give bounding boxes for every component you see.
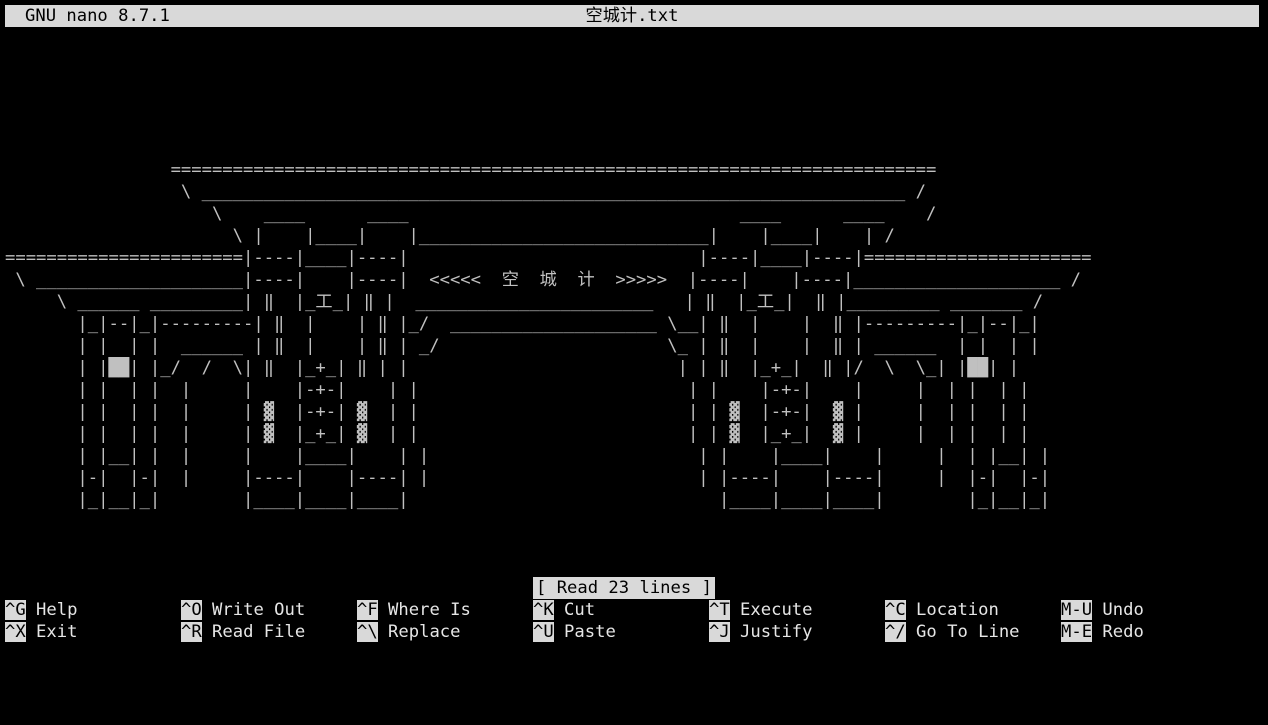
shortcut-label: Where Is — [377, 600, 471, 620]
shortcut-replace[interactable]: ^\ Replace — [357, 621, 461, 643]
editor-line[interactable] — [5, 115, 1259, 137]
title-bar: GNU nano 8.7.1 空城计.txt — [5, 5, 1259, 27]
editor-line[interactable]: | | | | | | ▓ |-+-| ▓ | | | | ▓ |-+-| ▓ … — [5, 401, 1259, 423]
editor-line[interactable] — [5, 49, 1259, 71]
shortcut-key: M-E — [1061, 622, 1093, 642]
shortcut-key: ^X — [5, 622, 26, 642]
editor-line[interactable]: \ ______________________________________… — [5, 181, 1259, 203]
shortcut-label: Exit — [25, 622, 78, 642]
editor-line[interactable]: \ ______ _________| ‖ |_工_| ‖ | ________… — [5, 291, 1259, 313]
shortcut-where-is[interactable]: ^F Where Is — [357, 599, 471, 621]
editor-line[interactable]: =======================|----|____|----| … — [5, 247, 1259, 269]
shortcut-exit[interactable]: ^X Exit — [5, 621, 77, 643]
editor-line[interactable] — [5, 137, 1259, 159]
shortcut-label: Undo — [1092, 600, 1144, 620]
shortcut-redo[interactable]: M-E Redo — [1061, 621, 1144, 643]
file-name: 空城计.txt — [585, 6, 679, 26]
status-message: [ Read 23 lines ] — [533, 577, 715, 599]
shortcut-row-1: ^G Help ^O Write Out ^F Where Is ^K Cut ^T E… — [5, 599, 1259, 621]
shortcut-write-out[interactable]: ^O Write Out — [181, 599, 305, 621]
terminal-window: { "titlebar": { "app": "GNU nano 8.7.1",… — [0, 0, 1268, 725]
editor-line[interactable]: \ ____________________|----| |----| <<<<… — [5, 269, 1259, 291]
editor-line[interactable]: ========================================… — [5, 159, 1259, 181]
editor-line[interactable] — [5, 511, 1259, 533]
shortcut-label: Replace — [377, 622, 461, 642]
editor-line[interactable] — [5, 71, 1259, 93]
editor-content[interactable]: ========================================… — [5, 49, 1259, 577]
shortcut-label: Write Out — [201, 600, 306, 620]
editor-line[interactable] — [5, 533, 1259, 555]
shortcut-read-file[interactable]: ^R Read File — [181, 621, 305, 643]
shortcut-label: Read File — [201, 622, 306, 642]
shortcut-help[interactable]: ^G Help — [5, 599, 77, 621]
shortcut-label: Paste — [553, 622, 616, 642]
shortcut-key: ^F — [357, 600, 378, 620]
shortcut-row-2: ^X Exit ^R Read File ^\ Replace ^U Paste ^J … — [5, 621, 1259, 643]
shortcut-label: Justify — [729, 622, 813, 642]
shortcut-key: ^R — [181, 622, 202, 642]
shortcut-label: Redo — [1092, 622, 1144, 642]
editor-line[interactable]: | | | | | | ▓ |_+_| ▓ | | | | ▓ |_+_| ▓ … — [5, 423, 1259, 445]
editor-line[interactable] — [5, 93, 1259, 115]
shortcut-key: ^C — [885, 600, 906, 620]
editor-line[interactable]: | | | | ______ | ‖ | | ‖ | _/ \_ | ‖ | |… — [5, 335, 1259, 357]
shortcut-go-to-line[interactable]: ^/ Go To Line — [885, 621, 1020, 643]
nano-editor: GNU nano 8.7.1 空城计.txt =================… — [5, 5, 1259, 643]
shortcut-cut[interactable]: ^K Cut — [533, 599, 595, 621]
editor-line[interactable]: |_|--|_|---------| ‖ | | ‖ |_/ _________… — [5, 313, 1259, 335]
shortcut-key: ^O — [181, 600, 202, 620]
editor-line[interactable]: \ | |____| |____________________________… — [5, 225, 1259, 247]
status-row: [ Read 23 lines ] — [5, 577, 1259, 599]
shortcut-key: ^J — [709, 622, 730, 642]
shortcut-paste[interactable]: ^U Paste — [533, 621, 616, 643]
shortcut-label: Help — [25, 600, 78, 620]
shortcut-key: ^G — [5, 600, 26, 620]
editor-line[interactable]: \ ____ ____ ____ ____ / — [5, 203, 1259, 225]
shortcut-location[interactable]: ^C Location — [885, 599, 999, 621]
shortcut-key: ^/ — [885, 622, 906, 642]
shortcut-key: M-U — [1061, 600, 1093, 620]
editor-line[interactable]: | | | | | | |-+-| | | | | |-+-| | | | | … — [5, 379, 1259, 401]
shortcut-key: ^\ — [357, 622, 378, 642]
editor-line[interactable]: | |██| |_/ / \| ‖ |_+_| ‖ | | | | ‖ |_+_… — [5, 357, 1259, 379]
shortcut-execute[interactable]: ^T Execute — [709, 599, 813, 621]
editor-line[interactable]: |-| |-| | |----| |----| | | |----| |----… — [5, 467, 1259, 489]
editor-line[interactable]: |_|__|_| |____|____|____| |____|____|___… — [5, 489, 1259, 511]
shortcut-label: Execute — [729, 600, 813, 620]
shortcut-label: Go To Line — [905, 622, 1020, 642]
shortcut-label: Cut — [553, 600, 596, 620]
shortcut-key: ^K — [533, 600, 554, 620]
editor-line[interactable]: | |__| | | | |____| | | | | |____| | | |… — [5, 445, 1259, 467]
shortcut-justify[interactable]: ^J Justify — [709, 621, 813, 643]
shortcut-key: ^U — [533, 622, 554, 642]
shortcut-key: ^T — [709, 600, 730, 620]
editor-line[interactable] — [5, 555, 1259, 577]
shortcut-undo[interactable]: M-U Undo — [1061, 599, 1144, 621]
shortcut-label: Location — [905, 600, 999, 620]
editor-line-cursor[interactable] — [5, 27, 1259, 49]
